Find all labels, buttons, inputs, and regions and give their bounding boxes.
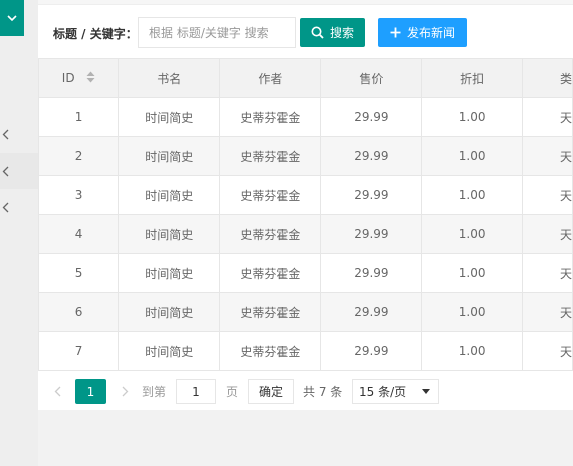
- books-table: ID 书名 作者 售价 折扣 类 1 时间简史 史蒂芬霍金 29.99 1.00…: [37, 58, 573, 371]
- cell-price: 29.99: [320, 292, 423, 332]
- cell-title: 时间简史: [118, 253, 221, 293]
- cell-category: 天: [521, 292, 573, 332]
- cell-title: 时间简史: [118, 292, 221, 332]
- table-row[interactable]: 1 时间简史 史蒂芬霍金 29.99 1.00 天: [37, 97, 573, 137]
- search-input[interactable]: [138, 17, 296, 48]
- table-row[interactable]: 4 时间简史 史蒂芬霍金 29.99 1.00 天: [37, 214, 573, 254]
- cell-discount: 1.00: [421, 331, 523, 371]
- caret-down-icon: [422, 389, 430, 394]
- column-header-label: ID: [61, 70, 75, 85]
- cell-title: 时间简史: [118, 214, 221, 254]
- cell-author: 史蒂芬霍金: [219, 214, 322, 254]
- cell-price: 29.99: [320, 253, 423, 293]
- column-header-title: 书名: [118, 58, 221, 98]
- column-header-author: 作者: [219, 58, 322, 98]
- cell-discount: 1.00: [421, 214, 523, 254]
- cell-id: 3: [37, 175, 120, 215]
- column-header-category: 类: [521, 58, 573, 98]
- cell-author: 史蒂芬霍金: [219, 253, 322, 293]
- table-row[interactable]: 2 时间简史 史蒂芬霍金 29.99 1.00 天: [37, 136, 573, 176]
- column-header-price: 售价: [320, 58, 423, 98]
- chevron-left-icon: [54, 386, 60, 397]
- table-row[interactable]: 3 时间简史 史蒂芬霍金 29.99 1.00 天: [37, 175, 573, 215]
- table-row[interactable]: 7 时间简史 史蒂芬霍金 29.99 1.00 天: [37, 331, 573, 371]
- cell-title: 时间简史: [118, 331, 221, 371]
- cell-price: 29.99: [320, 97, 423, 137]
- pagination: 1 到第 1 页 确定 共 7 条 15 条/页: [38, 370, 573, 410]
- main-content: 标题 / 关键字： 搜索 发布新闻: [37, 0, 573, 466]
- cell-author: 史蒂芬霍金: [219, 331, 322, 371]
- plus-icon: [390, 27, 401, 38]
- chevron-down-icon: [7, 14, 17, 21]
- search-label: 标题 / 关键字：: [53, 27, 138, 41]
- search-button[interactable]: 搜索: [300, 18, 365, 47]
- cell-discount: 1.00: [421, 175, 523, 215]
- cell-title: 时间简史: [118, 97, 221, 137]
- per-page-value: 15 条/页: [359, 385, 407, 399]
- cell-author: 史蒂芬霍金: [219, 292, 322, 332]
- cell-id: 6: [37, 292, 120, 332]
- page-label: 页: [226, 385, 239, 399]
- table-row[interactable]: 5 时间简史 史蒂芬霍金 29.99 1.00 天: [37, 253, 573, 293]
- cell-category: 天: [521, 97, 573, 137]
- chevron-left-icon: [2, 202, 9, 212]
- cell-category: 天: [521, 136, 573, 176]
- cell-price: 29.99: [320, 136, 423, 176]
- goto-label: 到第: [142, 385, 167, 399]
- cell-id: 1: [37, 97, 120, 137]
- cell-category: 天: [521, 253, 573, 293]
- table-header-row: ID 书名 作者 售价 折扣 类: [37, 58, 573, 98]
- chevron-right-icon: [122, 386, 128, 397]
- cell-id: 4: [37, 214, 120, 254]
- cell-discount: 1.00: [421, 97, 523, 137]
- sidebar-expand-2[interactable]: [0, 153, 38, 189]
- cell-id: 5: [37, 253, 120, 293]
- sidebar-expand-1[interactable]: [0, 116, 38, 152]
- cell-author: 史蒂芬霍金: [219, 136, 322, 176]
- sidebar-toggle[interactable]: [0, 0, 24, 36]
- prev-page-button[interactable]: [48, 379, 66, 404]
- next-page-button[interactable]: [118, 379, 132, 404]
- content-panel: 标题 / 关键字： 搜索 发布新闻: [37, 0, 573, 410]
- chevron-left-icon: [2, 166, 9, 176]
- cell-discount: 1.00: [421, 136, 523, 176]
- publish-news-button[interactable]: 发布新闻: [378, 18, 467, 47]
- cell-category: 天: [521, 175, 573, 215]
- cell-category: 天: [521, 331, 573, 371]
- publish-button-label: 发布新闻: [406, 26, 455, 40]
- confirm-button[interactable]: 确定: [248, 379, 294, 404]
- top-strip: [38, 0, 573, 5]
- cell-category: 天: [521, 214, 573, 254]
- table-row[interactable]: 6 时间简史 史蒂芬霍金 29.99 1.00 天: [37, 292, 573, 332]
- per-page-select[interactable]: 15 条/页: [352, 379, 439, 404]
- column-header-discount: 折扣: [421, 58, 523, 98]
- page-number-input[interactable]: 1: [176, 379, 216, 404]
- sort-icon[interactable]: [86, 71, 95, 86]
- cell-discount: 1.00: [421, 292, 523, 332]
- current-page[interactable]: 1: [75, 379, 106, 404]
- cell-title: 时间简史: [118, 136, 221, 176]
- search-bar: 标题 / 关键字： 搜索 发布新闻: [38, 17, 573, 49]
- cell-price: 29.99: [320, 214, 423, 254]
- cell-author: 史蒂芬霍金: [219, 175, 322, 215]
- cell-author: 史蒂芬霍金: [219, 97, 322, 137]
- sidebar: [0, 0, 38, 466]
- cell-price: 29.99: [320, 331, 423, 371]
- search-icon: [311, 26, 324, 39]
- column-header-id[interactable]: ID: [37, 58, 120, 98]
- chevron-left-icon: [2, 129, 9, 139]
- search-button-label: 搜索: [329, 26, 354, 40]
- cell-title: 时间简史: [118, 175, 221, 215]
- cell-id: 7: [37, 331, 120, 371]
- sidebar-expand-3[interactable]: [0, 189, 38, 225]
- cell-discount: 1.00: [421, 253, 523, 293]
- cell-price: 29.99: [320, 175, 423, 215]
- total-count: 共 7 条: [303, 385, 343, 399]
- cell-id: 2: [37, 136, 120, 176]
